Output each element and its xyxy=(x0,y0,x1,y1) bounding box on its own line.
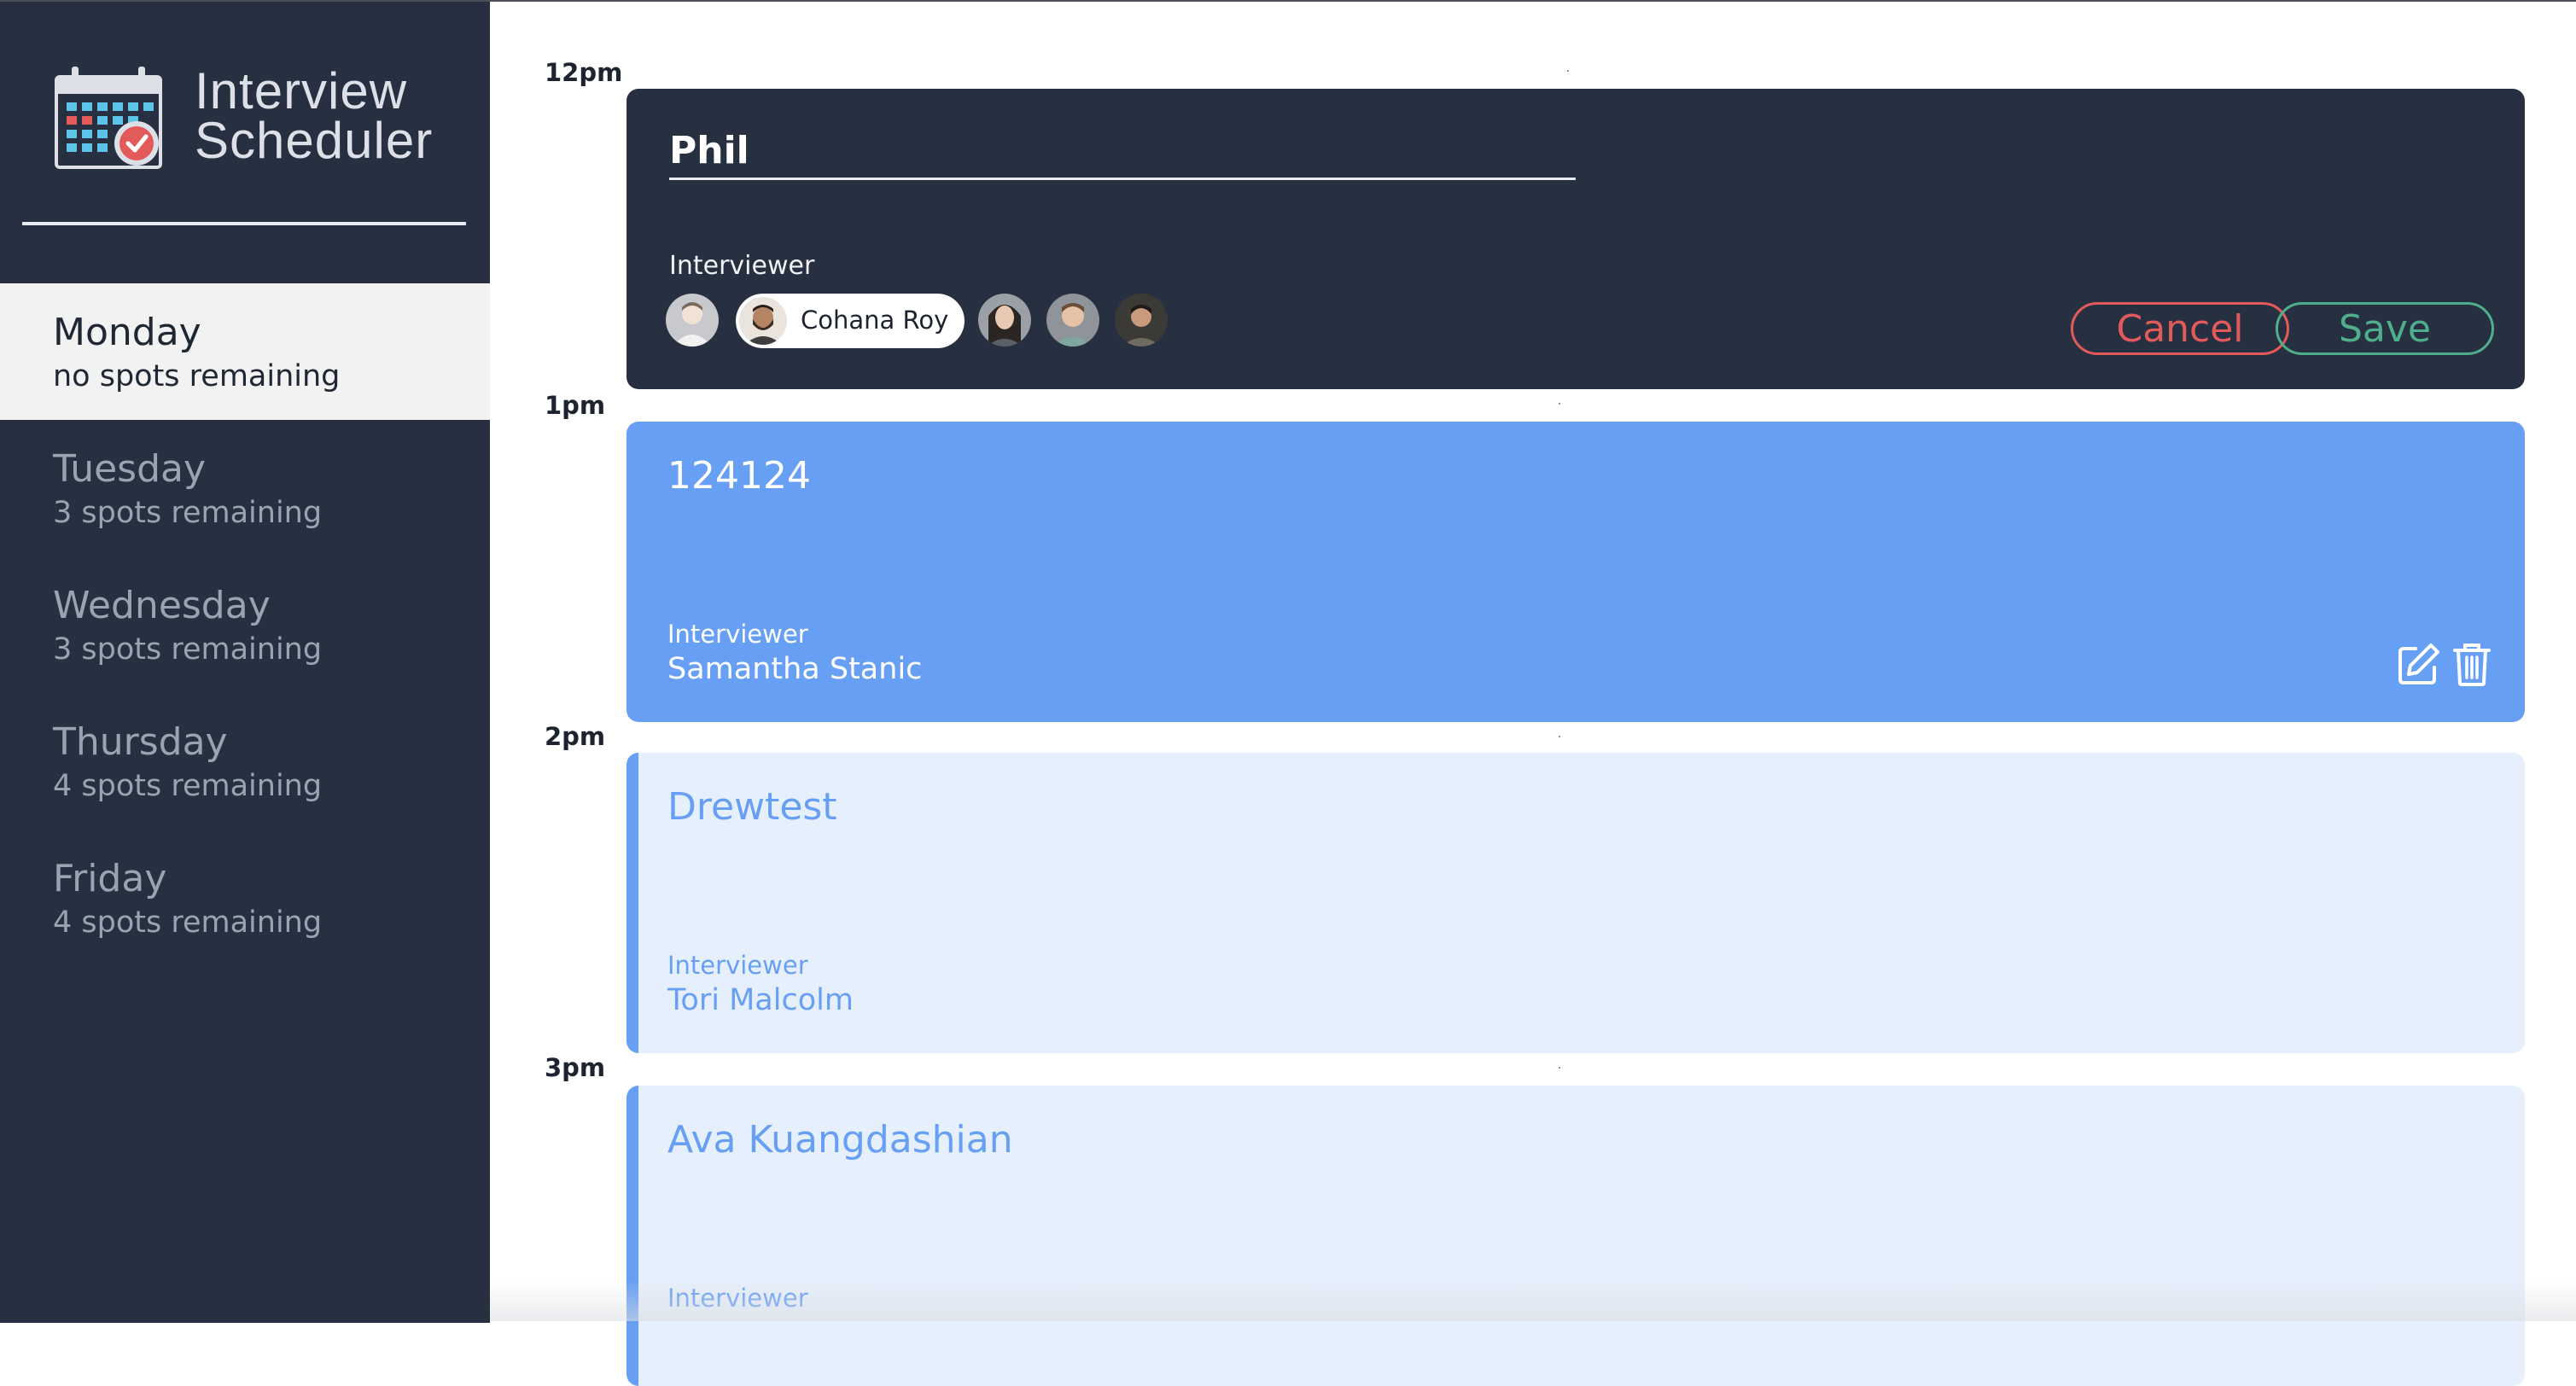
day-spots: no spots remaining xyxy=(53,359,341,393)
app-title-line1: Interview xyxy=(195,62,408,119)
time-label-2pm: 2pm xyxy=(545,722,606,751)
day-list: Monday no spots remaining Tuesday 3 spot… xyxy=(0,283,490,966)
interviewer-avatar[interactable] xyxy=(1046,294,1099,346)
day-spots: 3 spots remaining xyxy=(53,632,323,667)
student-name-input[interactable] xyxy=(669,123,1576,180)
time-marker xyxy=(1559,403,1560,405)
time-label-12pm: 12pm xyxy=(545,58,623,87)
day-item-tuesday[interactable]: Tuesday 3 spots remaining xyxy=(0,420,490,556)
app-title-line2: Scheduler xyxy=(195,112,434,169)
person-avatar-icon xyxy=(666,294,719,346)
interviewer-label: Interviewer xyxy=(667,620,808,649)
schedule: 12pm 1pm 2pm 3pm Interviewer xyxy=(490,2,2576,1386)
day-name: Monday xyxy=(53,311,201,354)
day-spots: 3 spots remaining xyxy=(53,496,323,530)
interviewer-avatar xyxy=(739,297,787,345)
interviewer-label: Interviewer xyxy=(667,1284,808,1313)
appointment-card: Drewtest Interviewer Tori Malcolm xyxy=(627,753,2525,1053)
trash-icon[interactable] xyxy=(2448,640,2496,688)
app-window: Interview Scheduler Monday no spots rema… xyxy=(0,0,2576,1386)
day-name: Friday xyxy=(53,857,167,900)
app-title: Interview Scheduler xyxy=(195,62,434,169)
time-marker xyxy=(1559,1067,1560,1069)
edit-icon[interactable] xyxy=(2395,640,2443,688)
appointment-form: Interviewer xyxy=(627,89,2525,389)
time-label-1pm: 1pm xyxy=(545,391,606,420)
brand: Interview Scheduler xyxy=(55,65,464,176)
appointment-student: Drewtest xyxy=(667,785,837,829)
interviewer-label: Interviewer xyxy=(669,251,815,281)
day-item-friday[interactable]: Friday 4 spots remaining xyxy=(0,830,490,966)
day-name: Wednesday xyxy=(53,584,271,627)
appointment-card-booked: 124124 Interviewer Samantha Stanic xyxy=(627,422,2525,722)
cancel-button[interactable]: Cancel xyxy=(2071,302,2289,355)
sidebar: Interview Scheduler Monday no spots rema… xyxy=(0,2,490,1323)
interviewer-avatar[interactable] xyxy=(666,294,719,346)
selected-interviewer-pill[interactable]: Cohana Roy xyxy=(736,294,965,348)
appointment-interviewer: Tori Malcolm xyxy=(667,983,854,1017)
time-marker xyxy=(1559,736,1560,737)
selected-interviewer-name: Cohana Roy xyxy=(801,306,949,335)
day-item-monday[interactable]: Monday no spots remaining xyxy=(0,283,490,420)
calendar-check-icon xyxy=(55,67,162,169)
day-name: Thursday xyxy=(53,720,228,764)
interviewer-avatar[interactable] xyxy=(1115,294,1168,346)
person-avatar-icon xyxy=(739,297,787,345)
day-item-thursday[interactable]: Thursday 4 spots remaining xyxy=(0,693,490,830)
day-spots: 4 spots remaining xyxy=(53,769,323,803)
appointment-student: Ava Kuangdashian xyxy=(667,1118,1013,1162)
day-spots: 4 spots remaining xyxy=(53,906,323,940)
person-avatar-icon xyxy=(1115,294,1168,346)
day-name: Tuesday xyxy=(53,447,207,491)
person-avatar-icon xyxy=(1046,294,1099,346)
appointment-interviewer: Samantha Stanic xyxy=(667,652,923,686)
appointment-student: 124124 xyxy=(667,454,811,498)
time-marker xyxy=(1567,70,1569,72)
person-avatar-icon xyxy=(978,294,1031,346)
interviewer-avatar[interactable] xyxy=(978,294,1031,346)
save-button[interactable]: Save xyxy=(2276,302,2494,355)
day-item-wednesday[interactable]: Wednesday 3 spots remaining xyxy=(0,556,490,693)
interviewer-label: Interviewer xyxy=(667,951,808,980)
appointment-card: Ava Kuangdashian Interviewer xyxy=(627,1086,2525,1386)
time-label-3pm: 3pm xyxy=(545,1053,606,1082)
sidebar-divider xyxy=(22,222,466,225)
